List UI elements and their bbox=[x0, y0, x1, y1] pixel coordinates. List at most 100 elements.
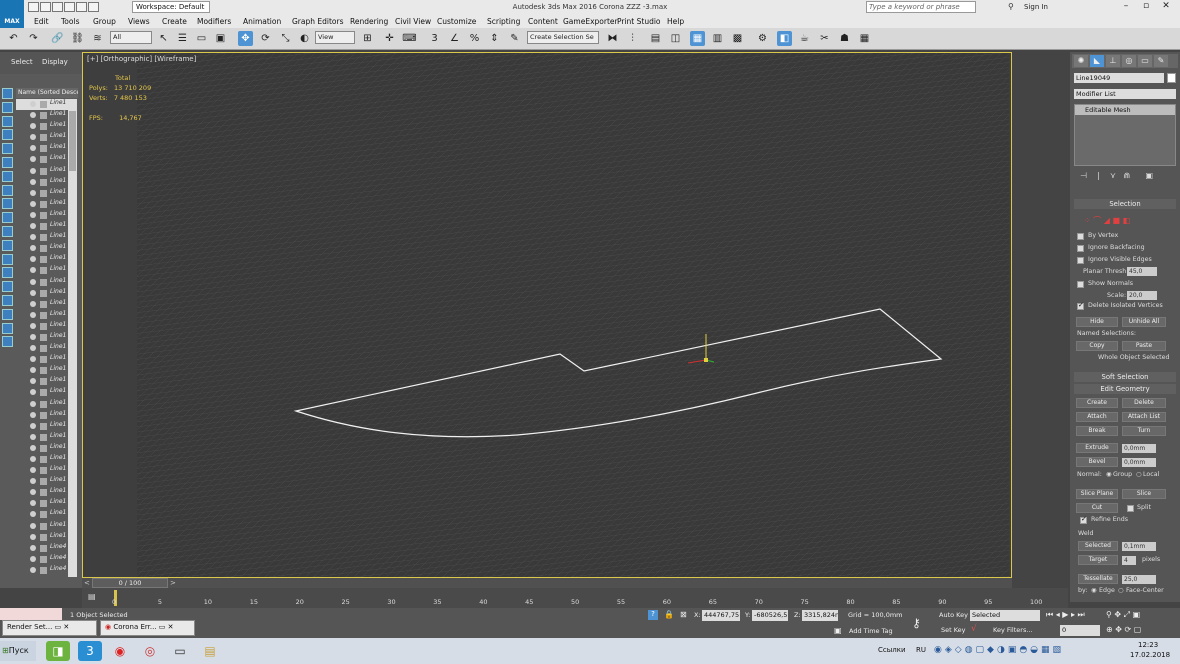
normal-local-radio[interactable]: ○ bbox=[1136, 471, 1142, 478]
stack-item-editable-mesh[interactable]: Editable Mesh bbox=[1075, 105, 1175, 115]
tab-select[interactable]: Select bbox=[11, 58, 33, 66]
set-key-icon[interactable]: ⚷ bbox=[912, 616, 921, 630]
select-and-move-icon[interactable]: ✥ bbox=[238, 31, 253, 46]
list-item[interactable]: Line1 bbox=[16, 99, 68, 111]
selection-lock-icon[interactable]: 🔒 bbox=[664, 610, 674, 619]
hierarchy-tab-icon[interactable]: ⊥ bbox=[1106, 55, 1120, 67]
system-tray-icons[interactable]: ◉◈◇◍▢◆◑▣◓◒▦▧ bbox=[934, 645, 1064, 655]
list-item[interactable]: Line1 bbox=[16, 265, 68, 276]
list-item[interactable]: Line1 bbox=[16, 277, 68, 288]
list-item[interactable]: Line1 bbox=[16, 421, 68, 432]
snaps-toggle-icon[interactable]: 3 bbox=[427, 31, 442, 46]
list-item[interactable]: Line1 bbox=[16, 498, 68, 509]
close-icon[interactable]: ✕ bbox=[1156, 1, 1176, 13]
list-item[interactable]: Line1 bbox=[16, 166, 68, 177]
slice-plane-button[interactable]: Slice Plane bbox=[1076, 489, 1118, 499]
menu-rendering[interactable]: Rendering bbox=[350, 17, 388, 26]
language-indicator[interactable]: RU bbox=[916, 646, 926, 654]
tessellate-spinner[interactable]: 25,0 bbox=[1122, 575, 1156, 584]
refine-ends-checkbox[interactable] bbox=[1080, 515, 1087, 524]
selected-set-dropdown[interactable]: Selected bbox=[970, 610, 1040, 621]
list-item[interactable]: Line1 bbox=[16, 321, 68, 332]
list-item[interactable]: Line1 bbox=[16, 199, 68, 210]
extrude-button[interactable]: Extrude bbox=[1076, 443, 1118, 453]
list-item[interactable]: Line1 bbox=[16, 465, 68, 476]
minimized-corona-error[interactable]: ◉ Corona Err... ▭ ✕ bbox=[100, 620, 195, 636]
time-slider-thumb[interactable]: 0 / 100 bbox=[92, 578, 168, 588]
set-key-button[interactable]: Set Key bbox=[941, 626, 966, 634]
menu-help[interactable]: Help bbox=[667, 17, 684, 26]
prev-frame-icon[interactable]: < bbox=[84, 579, 90, 587]
groups-filter-icon[interactable] bbox=[2, 184, 13, 196]
pivot-center-icon[interactable]: ⊞ bbox=[360, 31, 375, 46]
graphite-toolbar-icon[interactable]: ◫ bbox=[668, 31, 683, 46]
render-iterative-icon[interactable]: ✂ bbox=[817, 31, 832, 46]
subobject-level-icons[interactable]: ⁘ ⌒ ◢ ■ ◧ bbox=[1084, 215, 1130, 226]
spinner-snap-icon[interactable]: ⇕ bbox=[487, 31, 502, 46]
list-item[interactable]: Line1 bbox=[16, 399, 68, 410]
angle-snap-icon[interactable]: ∠ bbox=[447, 31, 462, 46]
select-and-rotate-icon[interactable]: ⟳ bbox=[258, 31, 273, 46]
menu-graph-editors[interactable]: Graph Editors bbox=[292, 17, 344, 26]
render-activeshade-icon[interactable]: ☗ bbox=[837, 31, 852, 46]
viewport-label[interactable]: [+] [Orthographic] [Wireframe] bbox=[87, 55, 196, 63]
list-item[interactable]: Line1 bbox=[16, 476, 68, 487]
reference-coordinate-dropdown[interactable]: View bbox=[315, 31, 355, 44]
menu-animation[interactable]: Animation bbox=[243, 17, 281, 26]
list-item[interactable]: Line1 bbox=[16, 532, 68, 543]
list-item[interactable]: Line1 bbox=[16, 288, 68, 299]
redo-icon[interactable]: ↷ bbox=[26, 31, 41, 46]
tessellate-button[interactable]: Tessellate bbox=[1078, 574, 1118, 584]
list-item[interactable]: Line1 bbox=[16, 143, 68, 154]
show-normals-checkbox[interactable] bbox=[1077, 281, 1084, 288]
invert-filter-icon[interactable] bbox=[2, 294, 13, 306]
attach-list-button[interactable]: Attach List bbox=[1122, 412, 1166, 422]
tab-display[interactable]: Display bbox=[42, 58, 68, 66]
menu-edit[interactable]: Edit bbox=[34, 17, 49, 26]
paste-button[interactable]: Paste bbox=[1122, 341, 1166, 351]
slice-button[interactable]: Slice bbox=[1122, 489, 1166, 499]
display-all-icon[interactable] bbox=[2, 88, 13, 99]
minimized-render-setup[interactable]: Render Set... ▭ ✕ bbox=[2, 620, 97, 636]
z-coordinate-field[interactable]: 3315,824n bbox=[802, 610, 838, 621]
hidden-filter-icon[interactable] bbox=[2, 253, 13, 265]
bevel-spinner[interactable]: 0,0mm bbox=[1122, 458, 1156, 467]
menu-scripting[interactable]: Scripting bbox=[487, 17, 520, 26]
find-icon[interactable] bbox=[2, 322, 13, 334]
links-toolbar[interactable]: Ссылки bbox=[878, 646, 906, 654]
weld-target-button[interactable]: Target bbox=[1078, 555, 1118, 565]
x-coordinate-field[interactable]: 444767,75 bbox=[702, 610, 740, 621]
select-by-name-icon[interactable]: ☰ bbox=[175, 31, 190, 46]
rollout-edit-geometry[interactable]: Edit Geometry bbox=[1074, 384, 1176, 394]
taskbar-app-icon-1[interactable]: ◨ bbox=[46, 641, 70, 661]
rollout-selection[interactable]: Selection bbox=[1074, 199, 1176, 209]
list-item[interactable]: Line1 bbox=[16, 376, 68, 387]
weld-selected-spinner[interactable]: 0,1mm bbox=[1122, 542, 1156, 551]
binoculars-icon[interactable]: ⚲ bbox=[1008, 2, 1018, 12]
isolate-selection-icon[interactable]: ? bbox=[648, 610, 658, 620]
named-selection-sets-dropdown[interactable]: Create Selection Se bbox=[527, 31, 599, 44]
attach-button[interactable]: Attach bbox=[1076, 412, 1118, 422]
create-tab-icon[interactable]: ✺ bbox=[1074, 55, 1088, 67]
list-item[interactable]: Line1 bbox=[16, 232, 68, 243]
select-and-scale-icon[interactable]: ⤡ bbox=[278, 31, 293, 46]
normal-group-radio[interactable]: ◉ bbox=[1106, 471, 1112, 478]
list-item[interactable]: Line4 bbox=[16, 554, 68, 565]
align-icon[interactable]: ⫶ bbox=[625, 31, 640, 46]
extrude-spinner[interactable]: 0,0mm bbox=[1122, 444, 1156, 453]
time-slider[interactable]: 0 / 100 < > bbox=[82, 578, 1012, 588]
list-item[interactable]: Line1 bbox=[16, 154, 68, 165]
menu-civil-view[interactable]: Civil View bbox=[395, 17, 431, 26]
percent-snap-icon[interactable]: % bbox=[467, 31, 482, 46]
list-item[interactable]: Line1 bbox=[16, 454, 68, 465]
object-name-field[interactable]: Line19049 bbox=[1074, 73, 1164, 83]
list-item[interactable]: Line1 bbox=[16, 188, 68, 199]
helpers-filter-icon[interactable] bbox=[2, 156, 13, 168]
absolute-mode-icon[interactable]: ⊠ bbox=[680, 610, 687, 619]
list-item[interactable]: Line1 bbox=[16, 132, 68, 143]
menu-views[interactable]: Views bbox=[128, 17, 150, 26]
render-setup-icon[interactable]: ⚙ bbox=[755, 31, 770, 46]
maximize-icon[interactable]: ▫ bbox=[1136, 1, 1156, 13]
start-button[interactable]: ⊞Пуск bbox=[0, 641, 36, 661]
list-item[interactable]: Line1 bbox=[16, 177, 68, 188]
